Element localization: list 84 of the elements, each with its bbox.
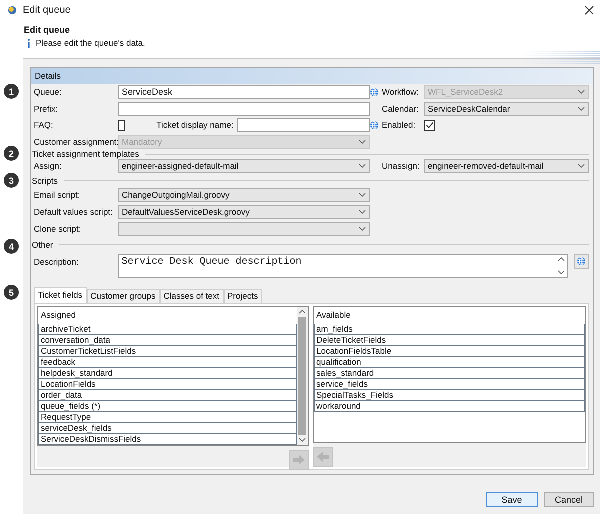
dialog-heading: Edit queue	[24, 25, 72, 35]
field-label: Calendar:	[382, 104, 419, 114]
callout-badge: 3	[4, 173, 19, 188]
list-item[interactable]: order_data	[38, 390, 296, 400]
text-area[interactable]: Service Desk Queue description	[118, 254, 568, 278]
list-item[interactable]: conversation_data	[38, 334, 296, 346]
close-icon[interactable]	[585, 6, 594, 14]
dropdown[interactable]: engineer-assigned-default-mail	[118, 159, 370, 174]
list-item[interactable]: service_fields	[314, 378, 585, 390]
list-item[interactable]: archiveTicket	[38, 324, 296, 334]
app-icon	[8, 6, 17, 14]
dropdown[interactable]: ServiceDeskCalendar	[424, 102, 589, 116]
field-label: Clone script:	[34, 224, 82, 234]
list-item[interactable]: qualification	[314, 356, 585, 368]
info-icon	[27, 38, 31, 48]
list-item[interactable]: CustomerTicketListFields	[38, 346, 296, 356]
input-field[interactable]: ServiceDesk	[118, 85, 370, 100]
field-label: Prefix:	[34, 104, 58, 114]
chevron-down-icon	[359, 164, 366, 168]
field-label: Assign:	[34, 161, 62, 172]
callout-badge: 4	[4, 239, 19, 254]
field-label: Unassign:	[382, 161, 420, 172]
chevron-down-icon	[578, 164, 585, 168]
section-title: Other	[32, 240, 54, 250]
tab[interactable]: Projects	[224, 288, 262, 302]
section-title: Ticket assignment templates	[32, 149, 140, 159]
scroll-arrows-icon	[558, 256, 566, 274]
chevron-down-icon	[578, 106, 585, 111]
list-item[interactable]: LocationFields	[38, 378, 296, 390]
field-label: FAQ:	[34, 120, 54, 130]
field-label: Email script:	[34, 190, 80, 200]
chevron-down-icon	[359, 227, 366, 231]
window-title: Edit queue	[23, 4, 72, 16]
list-item[interactable]: helpdesk_standard	[38, 368, 296, 378]
list-item[interactable]: DeleteTicketFields	[314, 334, 585, 346]
checkbox[interactable]	[118, 120, 125, 131]
callout-badge: 5	[4, 285, 19, 300]
field-label: Default values script:	[34, 207, 113, 217]
globe-icon[interactable]	[370, 120, 379, 130]
input-field[interactable]	[236, 118, 370, 132]
list-item[interactable]: serviceDesk_fields	[38, 422, 296, 434]
field-label: Description:	[34, 256, 80, 266]
chevron-up-icon[interactable]	[298, 310, 306, 314]
list-item[interactable]: am_fields	[314, 324, 585, 334]
field-label: Workflow:	[382, 87, 420, 98]
info-text: Please edit the queue's data.	[36, 38, 146, 48]
list-item[interactable]: sales_standard	[314, 368, 585, 378]
tab[interactable]: Classes of text	[160, 288, 224, 302]
section-title: Scripts	[32, 176, 58, 186]
list-item[interactable]: RequestType	[38, 412, 296, 422]
scrollbar-thumb[interactable]	[298, 316, 306, 434]
list-item[interactable]: queue_fields (*)	[38, 400, 296, 412]
tab[interactable]: Ticket fields	[34, 286, 87, 302]
callout-badge: 2	[4, 146, 19, 161]
panel-header: Details	[31, 68, 593, 84]
callout-badge: 1	[4, 84, 19, 99]
chevron-down-icon	[298, 438, 306, 442]
field-label: Enabled:	[382, 120, 416, 130]
field-label: Customer assignment:	[34, 136, 120, 147]
field-label: Queue:	[34, 87, 62, 98]
dropdown[interactable]: DefaultValuesServiceDesk.groovy	[118, 205, 370, 219]
tab[interactable]: Customer groups	[86, 288, 160, 302]
dropdown[interactable]: ChangeOutgoingMail.groovy	[118, 188, 370, 202]
list-item[interactable]: LocationFieldsTable	[314, 346, 585, 356]
field-label: Ticket display name:	[156, 120, 234, 130]
arrow-left-icon	[316, 452, 328, 462]
chevron-down-icon	[359, 193, 366, 197]
list-item[interactable]: ServiceDeskDismissFields	[38, 434, 296, 444]
cancel-button[interactable]: Cancel	[544, 492, 594, 507]
chevron-down-icon	[359, 210, 366, 214]
scrollbar[interactable]	[296, 306, 308, 444]
chevron-down-icon	[578, 90, 585, 94]
list-item[interactable]: feedback	[38, 356, 296, 368]
checkbox[interactable]	[424, 120, 435, 131]
dropdown[interactable]: engineer-removed-default-mail	[424, 159, 589, 174]
list-item[interactable]: SpecialTasks_Fields	[314, 390, 585, 400]
globe-icon[interactable]	[577, 256, 586, 266]
globe-icon[interactable]	[370, 88, 379, 97]
chevron-down-icon	[359, 140, 366, 144]
save-button[interactable]: Save	[486, 492, 538, 507]
translate-button[interactable]	[574, 254, 589, 268]
input-field[interactable]	[118, 102, 370, 116]
list-item[interactable]: workaround	[314, 400, 585, 412]
arrow-right-icon	[292, 454, 304, 464]
